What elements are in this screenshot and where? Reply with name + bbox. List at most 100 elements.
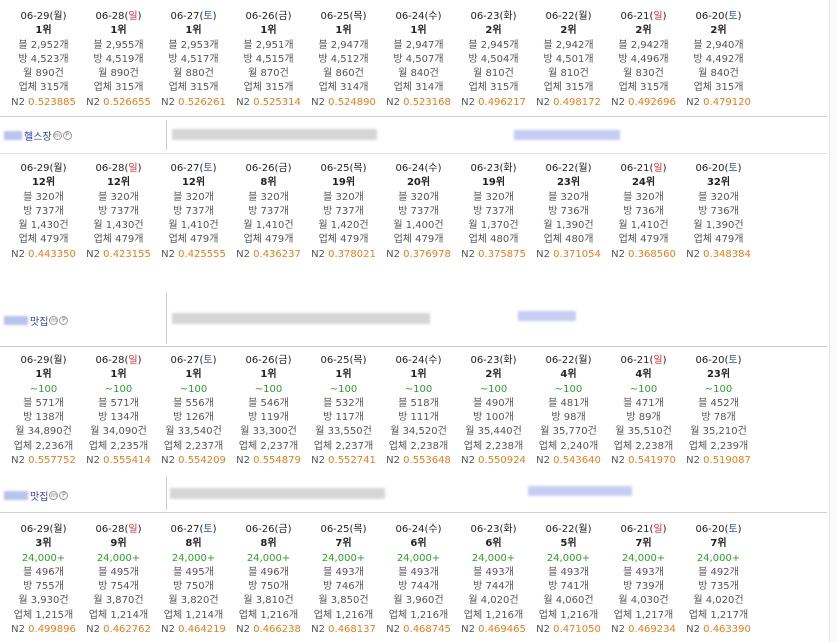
visit-count: 방 736개	[698, 205, 739, 217]
weekday-text: 일	[653, 163, 663, 174]
search-volume-range: ~100	[29, 383, 58, 395]
day-column: 06-22(월) 2위 블 2,942개 방 4,501개 월 810건 업체 315개 N…	[531, 10, 606, 110]
business-count: 업체 1,216개	[463, 609, 524, 621]
day-column: 06-27(토) 8위 24,000+ 블 495개 방 750개 월 3,820건 업체 …	[156, 523, 231, 637]
scrollbar-track[interactable]	[829, 0, 837, 642]
n2-label: N2	[161, 624, 175, 636]
n2-label: N2	[686, 96, 700, 108]
day-column: 06-24(수) 6위 24,000+ 블 493개 방 744개 월 3,960건 업체 …	[381, 523, 456, 637]
keyword-label[interactable]: 맛집 m P	[4, 313, 69, 328]
visit-count: 방 138개	[23, 412, 64, 424]
date-text: 06-26	[245, 355, 275, 366]
n2-score: N2 0.553648	[381, 454, 456, 468]
n2-label: N2	[386, 96, 400, 108]
keyword-text: 맛집	[30, 317, 49, 328]
search-volume-range: ~100	[404, 383, 433, 395]
date-text: 06-29	[20, 524, 50, 535]
rank-block: 06-29(월) 1위 ~100 블 571개 방 138개 월 34,890건 업체 2,…	[0, 354, 827, 468]
date-text: 06-29	[20, 11, 50, 22]
n2-label: N2	[386, 624, 400, 636]
visit-count: 방 4,523개	[18, 53, 69, 65]
divider	[166, 476, 167, 510]
rank-value: 2위	[485, 25, 502, 37]
date-text: 06-29	[20, 355, 50, 366]
redacted-text	[528, 486, 632, 496]
day-column: 06-27(토) 1위 ~100 블 556개 방 126개 월 33,540건 업체 2,…	[156, 354, 231, 468]
n2-label: N2	[611, 248, 625, 260]
blog-count: 블 495개	[98, 566, 139, 578]
business-count: 업체 315개	[18, 82, 69, 94]
weekday-text: 일	[128, 355, 138, 366]
date-text: 06-22	[545, 11, 575, 22]
monthly-search-count: 월 4,060건	[543, 595, 594, 607]
visit-count: 방 4,517개	[168, 53, 219, 65]
monthly-search-count: 월 1,390건	[543, 220, 594, 232]
n2-score: N2 0.523168	[381, 96, 456, 110]
day-column: 06-23(화) 2위 ~100 블 490개 방 100개 월 35,440건 업체 2,…	[456, 354, 531, 468]
monthly-search-count: 월 1,420건	[318, 220, 369, 232]
rank-history-grid: 06-29(월) 1위 블 2,952개 방 4,523개 월 890건 업체 315개 N…	[0, 10, 827, 110]
rank-value: 2위	[485, 369, 502, 381]
day-column: 06-24(수) 1위 ~100 블 518개 방 111개 월 34,520건 업체 2,…	[381, 354, 456, 468]
rank-value: 1위	[35, 369, 52, 381]
business-count: 업체 2,236개	[13, 440, 74, 452]
keyword-label[interactable]: 맛집 m P	[4, 488, 69, 503]
visit-count: 방 119개	[248, 412, 289, 424]
rank-value: 8위	[185, 538, 202, 550]
n2-value: 0.468745	[403, 624, 451, 636]
n2-score: N2 0.498172	[531, 96, 606, 110]
date-text: 06-23	[470, 11, 500, 22]
rank-value: 1위	[335, 25, 352, 37]
business-count: 업체 2,238개	[388, 440, 449, 452]
n2-score: N2 0.492696	[606, 96, 681, 110]
search-volume-range: 24,000+	[171, 552, 216, 564]
rank-value: 2위	[635, 25, 652, 37]
rank-value: 1위	[260, 25, 277, 37]
date-text: 06-20	[695, 524, 725, 535]
day-column: 06-26(금) 1위 블 2,951개 방 4,515개 월 870건 업체 315개 N…	[231, 10, 306, 110]
weekday-text: 토	[203, 355, 213, 366]
business-count: 업체 315개	[93, 82, 144, 94]
day-column: 06-20(토) 7위 24,000+ 블 492개 방 735개 월 4,020건 업체 …	[681, 523, 756, 637]
monthly-search-count: 월 1,400건	[393, 220, 444, 232]
rank-value: 9위	[110, 538, 127, 550]
visit-count: 방 737개	[398, 205, 439, 217]
search-volume-range: 24,000+	[21, 552, 66, 564]
business-count: 업체 2,237개	[163, 440, 224, 452]
blog-count: 블 320개	[398, 191, 439, 203]
rank-value: 1위	[260, 369, 277, 381]
n2-value: 0.466238	[253, 624, 301, 636]
date-label: 06-20(토)	[695, 163, 742, 174]
search-volume-range: ~100	[704, 383, 733, 395]
n2-label: N2	[236, 96, 250, 108]
date-label: 06-24(수)	[395, 524, 442, 535]
search-volume-range: 24,000+	[696, 552, 741, 564]
n2-value: 0.468137	[328, 624, 376, 636]
weekday-text: 금	[278, 11, 288, 22]
visit-count: 방 736개	[623, 205, 664, 217]
blog-count: 블 493개	[323, 566, 364, 578]
rank-value: 1위	[35, 25, 52, 37]
business-count: 업체 479개	[18, 234, 69, 246]
day-column: 06-29(월) 3위 24,000+ 블 496개 방 755개 월 3,930건 업체 …	[6, 523, 81, 637]
blog-count: 블 320개	[623, 191, 664, 203]
rank-value: 8위	[260, 538, 277, 550]
weekday-text: 토	[728, 163, 738, 174]
business-count: 업체 479개	[318, 234, 369, 246]
business-count: 업체 1,217개	[613, 609, 674, 621]
business-count: 업체 314개	[318, 82, 369, 94]
n2-value: 0.368560	[628, 248, 676, 260]
n2-score: N2 0.519087	[681, 454, 756, 468]
search-volume-range: 24,000+	[396, 552, 441, 564]
keyword-label[interactable]: 헬스장 m P	[4, 128, 72, 143]
blog-count: 블 320개	[23, 191, 64, 203]
rank-value: 1위	[185, 369, 202, 381]
business-count: 업체 1,215개	[13, 609, 74, 621]
monthly-search-count: 월 3,960건	[393, 595, 444, 607]
rank-value: 20위	[406, 177, 431, 189]
day-column: 06-21(일) 4위 ~100 블 471개 방 89개 월 35,510건 업체 2,2…	[606, 354, 681, 468]
weekday-text: 수	[428, 11, 438, 22]
blog-count: 블 320개	[473, 191, 514, 203]
monthly-search-count: 월 1,390건	[693, 220, 744, 232]
n2-score: N2 0.464219	[156, 623, 231, 637]
